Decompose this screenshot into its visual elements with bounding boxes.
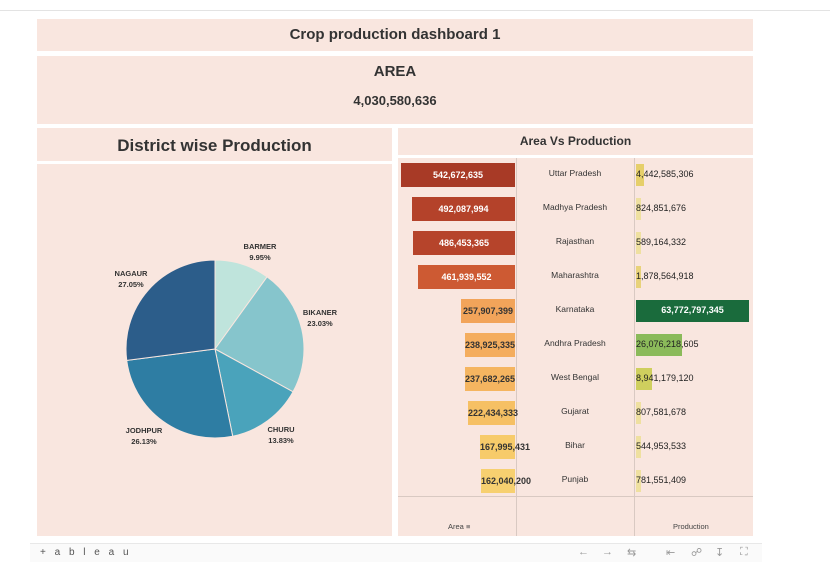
area-bar[interactable]: 486,453,365 [413,231,515,255]
area-kpi-label: AREA [373,63,417,80]
pie-title-panel: District wise Production [37,128,392,161]
area-bar[interactable]: 167,995,431 [480,435,530,459]
pie-label-pct: 27.05% [118,280,144,289]
pie-label-name: BIKANER [302,308,338,317]
pie-label-jodhpur: JODHPUR 26.13% [114,425,174,447]
dashboard-title: Crop production dashboard 1 [289,26,501,43]
production-value: 589,164,332 [636,237,687,247]
production-value: 807,581,678 [636,407,687,417]
area-bar[interactable]: 257,907,399 [461,299,515,323]
tableau-toolbar: + a b l e a u ← → ⇆ ⇤ ☍ ↧ ⛶ [30,543,762,562]
avp-title: Area Vs Production [519,134,632,148]
download-icon[interactable]: ↧ [715,546,724,559]
tableau-logo[interactable]: + a b l e a u [40,547,132,558]
pie-label-pct: 23.03% [307,319,333,328]
district-pie-chart[interactable] [37,164,392,536]
table-row[interactable]: 257,907,399 Karnataka 63,772,797,345 [398,294,753,328]
table-row[interactable]: 542,672,635 Uttar Pradesh 4,442,585,306 [398,158,753,192]
production-value: 63,772,797,345 [661,305,724,315]
pie-label-barmer: BARMER 9.95% [230,241,290,263]
table-row[interactable]: 461,939,552 Maharashtra 1,878,564,918 [398,260,753,294]
pie-label-name: NAGAUR [114,269,148,278]
pie-label-name: CHURU [267,425,295,434]
area-axis-footer[interactable]: Area ≡ [448,522,470,531]
production-value: 4,442,585,306 [636,169,694,179]
area-bar[interactable]: 222,434,333 [468,401,518,425]
pie-title: District wise Production [117,136,312,155]
table-row[interactable]: 222,434,333 Gujarat 807,581,678 [398,396,753,430]
table-row[interactable]: 167,995,431 Bihar 544,953,533 [398,430,753,464]
redo-icon[interactable]: → [602,546,613,558]
area-bar[interactable]: 492,087,994 [412,197,515,221]
undo-icon[interactable]: ← [578,546,589,558]
pause-icon[interactable]: ⇤ [666,546,675,559]
table-row[interactable]: 486,453,365 Rajasthan 589,164,332 [398,226,753,260]
table-row[interactable]: 492,087,994 Madhya Pradesh 824,851,676 [398,192,753,226]
table-row[interactable]: 162,040,200 Punjab 781,551,409 [398,464,753,498]
production-value: 781,551,409 [636,475,687,485]
state-label: West Bengal [550,372,600,382]
table-row[interactable]: 237,682,265 West Bengal 8,941,179,120 [398,362,753,396]
state-label: Uttar Pradesh [548,168,602,178]
dashboard-title-panel: Crop production dashboard 1 [37,19,753,51]
pie-label-pct: 13.83% [268,436,294,445]
pie-chart-panel[interactable]: BARMER 9.95% BIKANER 23.03% CHURU 13.83%… [37,164,392,536]
browser-top-strip [0,0,830,11]
share-icon[interactable]: ☍ [691,546,702,559]
sort-icon[interactable]: ≡ [466,522,470,531]
production-value: 824,851,676 [636,203,687,213]
state-label: Madhya Pradesh [542,202,608,212]
pie-label-bikaner: BIKANER 23.03% [290,307,350,329]
pie-label-pct: 26.13% [131,437,157,446]
area-kpi-panel[interactable]: AREA 4,030,580,636 [37,56,753,124]
fullscreen-icon[interactable]: ⛶ [740,546,748,559]
area-vs-production-panel[interactable]: 542,672,635 Uttar Pradesh 4,442,585,306 492… [398,158,753,536]
area-bar[interactable]: 238,925,335 [465,333,515,357]
state-label: Andhra Pradesh [544,338,606,348]
area-bar[interactable]: 542,672,635 [401,163,515,187]
area-bar[interactable]: 237,682,265 [465,367,515,391]
area-bar[interactable]: 461,939,552 [418,265,515,289]
state-label: Punjab [561,474,589,484]
area-kpi-value: 4,030,580,636 [353,93,437,108]
production-value: 544,953,533 [636,441,687,451]
state-label: Maharashtra [551,270,599,280]
state-label: Gujarat [561,406,589,416]
state-label: Rajasthan [555,236,595,246]
area-bar[interactable]: 162,040,200 [481,469,531,493]
revert-icon[interactable]: ⇆ [627,546,636,559]
pie-label-churu: CHURU 13.83% [251,424,311,446]
production-axis-label: Production [673,522,709,531]
state-label: Bihar [565,440,585,450]
pie-label-name: JODHPUR [125,426,163,435]
table-row[interactable]: 238,925,335 Andhra Pradesh 26,076,218,605 [398,328,753,362]
pie-label-name: BARMER [243,242,277,251]
pie-label-pct: 9.95% [249,253,271,262]
state-label: Karnataka [555,304,595,314]
production-value: 8,941,179,120 [636,373,694,383]
pie-label-nagaur: NAGAUR 27.05% [101,268,161,290]
avp-title-panel: Area Vs Production [398,128,753,155]
production-value: 1,878,564,918 [636,271,694,281]
production-value: 26,076,218,605 [636,339,699,349]
area-axis-label: Area [448,522,464,531]
